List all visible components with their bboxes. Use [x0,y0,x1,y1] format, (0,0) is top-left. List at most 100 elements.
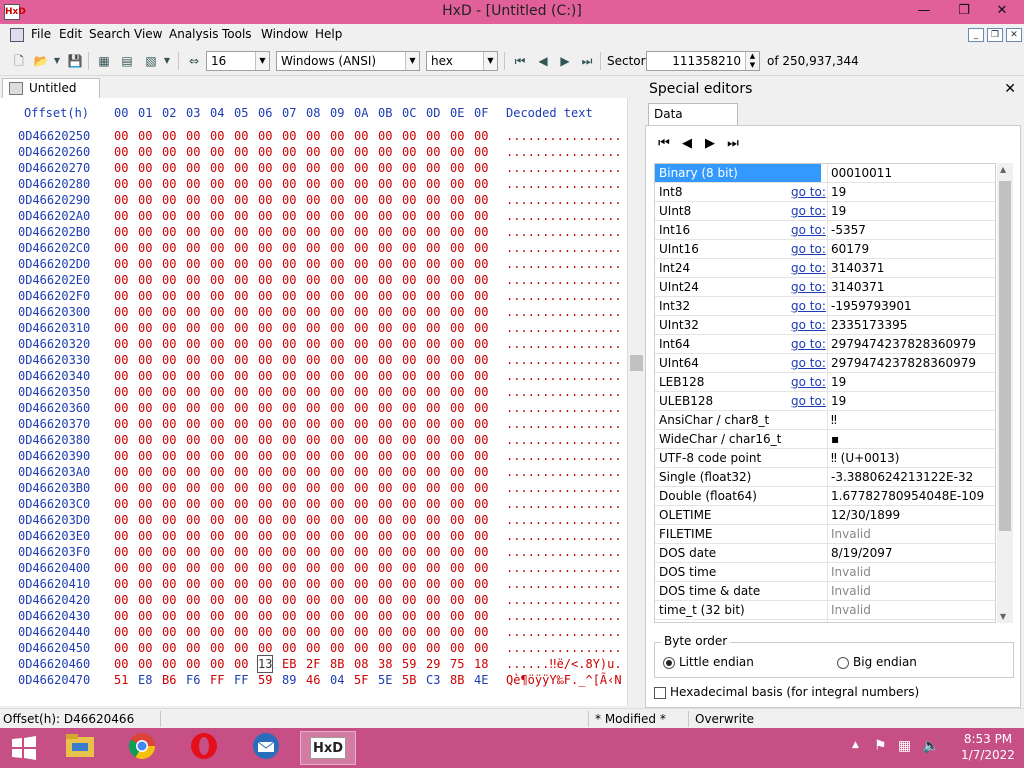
hex-byte[interactable]: 00 [330,304,344,320]
tab-data-inspector[interactable]: Data inspector [648,103,738,141]
start-button[interactable] [0,731,48,765]
decoded-text[interactable]: ................ [506,352,622,368]
inspector-value[interactable]: 19 [827,202,995,220]
inspector-row[interactable]: Int64 go to: 2979474237828360979 [655,335,995,354]
inspector-row[interactable]: Int8 go to: 19 [655,183,995,202]
inspector-row[interactable]: DOS date 8/19/2097 [655,544,995,563]
hex-byte[interactable]: 00 [162,384,176,400]
hex-byte[interactable]: 00 [114,240,128,256]
hex-byte[interactable]: 00 [138,464,152,480]
hex-byte[interactable]: 00 [330,128,344,144]
goto-link[interactable]: go to: [791,221,826,239]
hex-byte[interactable]: 00 [450,608,464,624]
hex-byte[interactable]: 00 [210,288,224,304]
hex-byte[interactable]: 00 [330,416,344,432]
hex-byte[interactable]: 00 [474,400,488,416]
hex-byte[interactable]: 38 [378,656,392,672]
hex-byte[interactable]: 08 [354,656,368,672]
hex-byte[interactable]: 00 [306,384,320,400]
hex-byte[interactable]: 00 [450,288,464,304]
hex-byte[interactable]: 00 [258,624,272,640]
hex-byte[interactable]: 00 [186,464,200,480]
goto-link[interactable]: go to: [791,278,826,296]
hex-byte[interactable]: 00 [138,304,152,320]
hex-byte[interactable]: 00 [210,416,224,432]
menu-edit[interactable]: Edit [59,27,82,41]
hex-byte[interactable]: 00 [354,368,368,384]
hex-byte[interactable]: 5B [402,672,416,688]
hex-byte[interactable]: 00 [450,544,464,560]
inspector-row[interactable]: UInt32 go to: 2335173395 [655,316,995,335]
clock-date[interactable]: 1/7/2022 [956,748,1020,762]
hex-byte[interactable]: 00 [282,416,296,432]
hex-byte[interactable]: 00 [234,384,248,400]
hex-byte[interactable]: 00 [186,640,200,656]
hex-byte[interactable]: 00 [282,304,296,320]
hex-byte[interactable]: 00 [282,480,296,496]
hex-byte[interactable]: 00 [234,336,248,352]
hex-byte[interactable]: 00 [186,480,200,496]
clock-time[interactable]: 8:53 PM [956,732,1020,746]
hex-byte[interactable]: 59 [402,656,416,672]
hex-byte[interactable]: 00 [258,128,272,144]
hex-byte[interactable]: 00 [450,528,464,544]
hex-byte[interactable]: 00 [474,176,488,192]
hex-byte[interactable]: 00 [306,512,320,528]
network-icon[interactable]: ▦ [898,738,911,754]
hex-byte[interactable]: 29 [426,656,440,672]
hex-byte[interactable]: 00 [426,160,440,176]
decoded-text[interactable]: ................ [506,304,622,320]
hex-byte[interactable]: 00 [426,368,440,384]
inspector-row[interactable]: Binary (8 bit) 00010011 [655,164,995,183]
hex-byte[interactable]: 00 [210,656,224,672]
hex-byte[interactable]: 00 [138,528,152,544]
hex-row[interactable]: 0D46620370 00 00 00 00 00 00 00 00 00 00 00 00 00 00 00… [0,416,627,432]
hex-byte[interactable]: 00 [402,544,416,560]
hex-byte[interactable]: 00 [258,320,272,336]
decoded-text[interactable]: ................ [506,624,622,640]
little-endian-radio[interactable] [663,657,675,669]
hex-byte[interactable]: 00 [306,288,320,304]
hex-byte[interactable]: 00 [330,368,344,384]
hex-byte[interactable]: 00 [354,208,368,224]
hex-byte[interactable]: 00 [330,448,344,464]
hex-byte[interactable]: 89 [282,672,296,688]
hex-byte[interactable]: 00 [402,528,416,544]
hex-byte[interactable]: 00 [210,528,224,544]
hex-byte[interactable]: 00 [306,304,320,320]
hex-byte[interactable]: 00 [330,544,344,560]
hex-byte[interactable]: 00 [402,464,416,480]
hex-byte[interactable]: 00 [450,144,464,160]
inspector-value[interactable]: 2335173395 [827,316,995,334]
hex-byte[interactable]: 00 [114,320,128,336]
hex-byte[interactable]: 00 [234,528,248,544]
hex-byte[interactable]: 00 [426,256,440,272]
hex-byte[interactable]: 00 [186,624,200,640]
hex-byte[interactable]: 00 [378,320,392,336]
hex-byte[interactable]: 00 [402,480,416,496]
hex-byte[interactable]: 00 [138,608,152,624]
hex-byte[interactable]: 00 [378,160,392,176]
hex-byte[interactable]: 2F [306,656,320,672]
hex-byte[interactable]: 00 [306,128,320,144]
inspector-row[interactable]: Int24 go to: 3140371 [655,259,995,278]
menu-analysis[interactable]: Analysis [169,27,218,41]
hex-byte[interactable]: 00 [426,208,440,224]
hex-byte[interactable]: 00 [474,624,488,640]
hex-byte[interactable]: 00 [330,432,344,448]
hex-byte[interactable]: 00 [378,400,392,416]
hex-byte[interactable]: 00 [186,288,200,304]
hex-byte[interactable]: 00 [402,560,416,576]
hex-byte[interactable]: 00 [114,192,128,208]
hex-byte[interactable]: 00 [426,128,440,144]
hex-byte[interactable]: 00 [426,384,440,400]
hex-byte[interactable]: 00 [426,272,440,288]
hex-byte[interactable]: 00 [162,528,176,544]
hex-byte[interactable]: 00 [114,128,128,144]
decoded-text[interactable]: ................ [506,128,622,144]
hex-row[interactable]: 0D466202C0 00 00 00 00 00 00 00 00 00 00 00 00 00 00 00… [0,240,627,256]
hex-byte[interactable]: 00 [138,288,152,304]
hex-basis-option[interactable]: Hexadecimal basis (for integral numbers) [654,685,1014,703]
hex-byte[interactable]: 00 [162,480,176,496]
volume-icon[interactable]: 🔈 [922,738,939,754]
